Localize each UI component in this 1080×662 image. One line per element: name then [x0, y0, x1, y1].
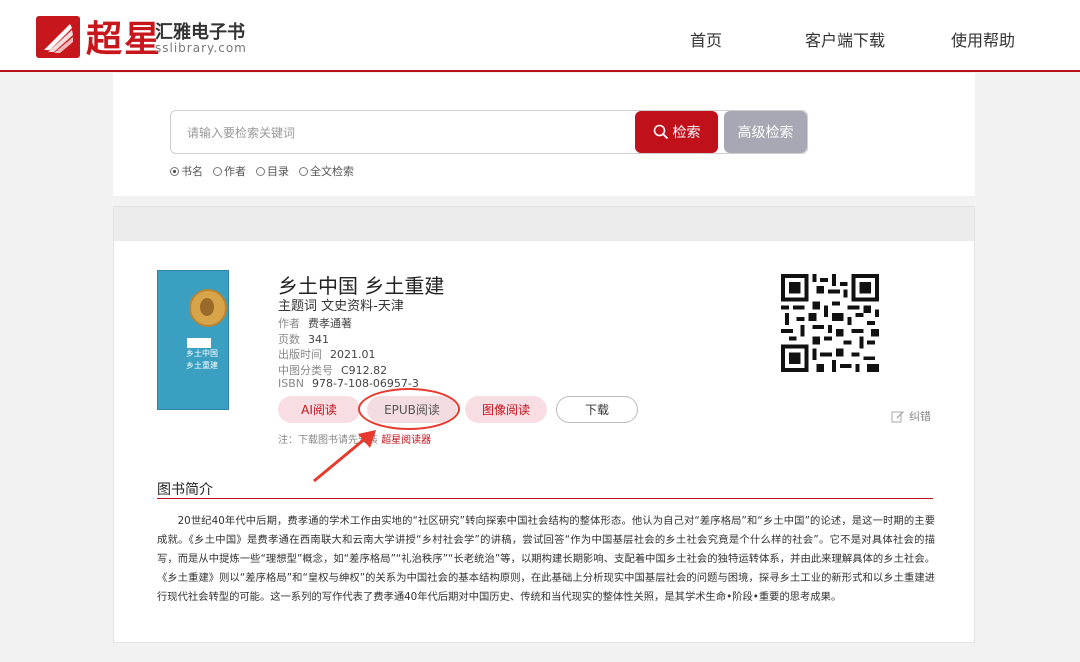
- top-header: 超星 汇雅电子书 sslibrary.com 首页 客户端下载 使用帮助: [0, 0, 1080, 72]
- meta-isbn: ISBN 978-7-108-06957-3: [278, 377, 419, 390]
- logo-icon[interactable]: [36, 16, 80, 58]
- meta-pages: 页数 341: [278, 333, 329, 346]
- radio-label: 书名: [181, 165, 203, 178]
- nav-home[interactable]: 首页: [690, 27, 722, 51]
- radio-indicator: [256, 166, 265, 176]
- cover-portrait: [189, 289, 227, 327]
- epub-read-button[interactable]: EPUB阅读: [367, 396, 457, 423]
- radio-label: 目录: [267, 165, 289, 178]
- download-button[interactable]: 下载: [556, 396, 638, 423]
- image-read-button[interactable]: 图像阅读: [465, 396, 547, 423]
- nav-client-download[interactable]: 客户端下载: [805, 27, 885, 51]
- ai-read-button[interactable]: AI阅读: [278, 396, 360, 423]
- intro-heading: 图书简介: [157, 482, 213, 498]
- logo-text[interactable]: 超星: [86, 10, 162, 62]
- search-button[interactable]: 检索: [635, 111, 718, 153]
- radio-label: 作者: [224, 165, 246, 178]
- report-error-button[interactable]: 纠错: [891, 408, 931, 424]
- cover-label-block: [187, 338, 211, 348]
- book-subject: 主题词 文史资料-天津: [278, 299, 404, 314]
- radio-title[interactable]: 书名: [170, 163, 203, 179]
- meta-author: 作者 费孝通著: [278, 317, 352, 330]
- search-scope-options: 书名 作者 目录 全文检索: [170, 163, 354, 179]
- search-input[interactable]: [185, 111, 629, 155]
- card-header-bar: [114, 207, 974, 241]
- cover-title: 乡土中国 乡土重建: [186, 349, 218, 370]
- cover-decoration: [164, 274, 222, 280]
- edit-icon: [891, 411, 904, 423]
- radio-indicator: [213, 166, 222, 176]
- brand-domain: sslibrary.com: [155, 41, 247, 55]
- meta-publish-date: 出版时间 2021.01: [278, 348, 376, 361]
- radio-fulltext[interactable]: 全文检索: [299, 163, 354, 179]
- qr-code-icon: [781, 274, 879, 372]
- radio-indicator: [170, 166, 179, 176]
- intro-divider: [157, 498, 933, 499]
- meta-classification: 中图分类号 C912.82: [278, 364, 388, 377]
- annotation-arrow-icon: [313, 430, 376, 483]
- intro-text: 20世纪40年代中后期，费孝通的学术工作由实地的“社区研究”转向探索中国社会结构…: [157, 515, 935, 603]
- radio-author[interactable]: 作者: [213, 163, 246, 179]
- book-cover[interactable]: 乡土中国 乡土重建: [157, 270, 229, 410]
- radio-toc[interactable]: 目录: [256, 163, 289, 179]
- search-button-label: 检索: [672, 125, 701, 141]
- radio-indicator: [299, 166, 308, 176]
- nav-help[interactable]: 使用帮助: [951, 27, 1015, 51]
- search-icon: [653, 124, 668, 140]
- advanced-search-button[interactable]: 高级检索: [724, 111, 807, 153]
- report-label: 纠错: [909, 410, 931, 423]
- radio-label: 全文检索: [310, 165, 354, 178]
